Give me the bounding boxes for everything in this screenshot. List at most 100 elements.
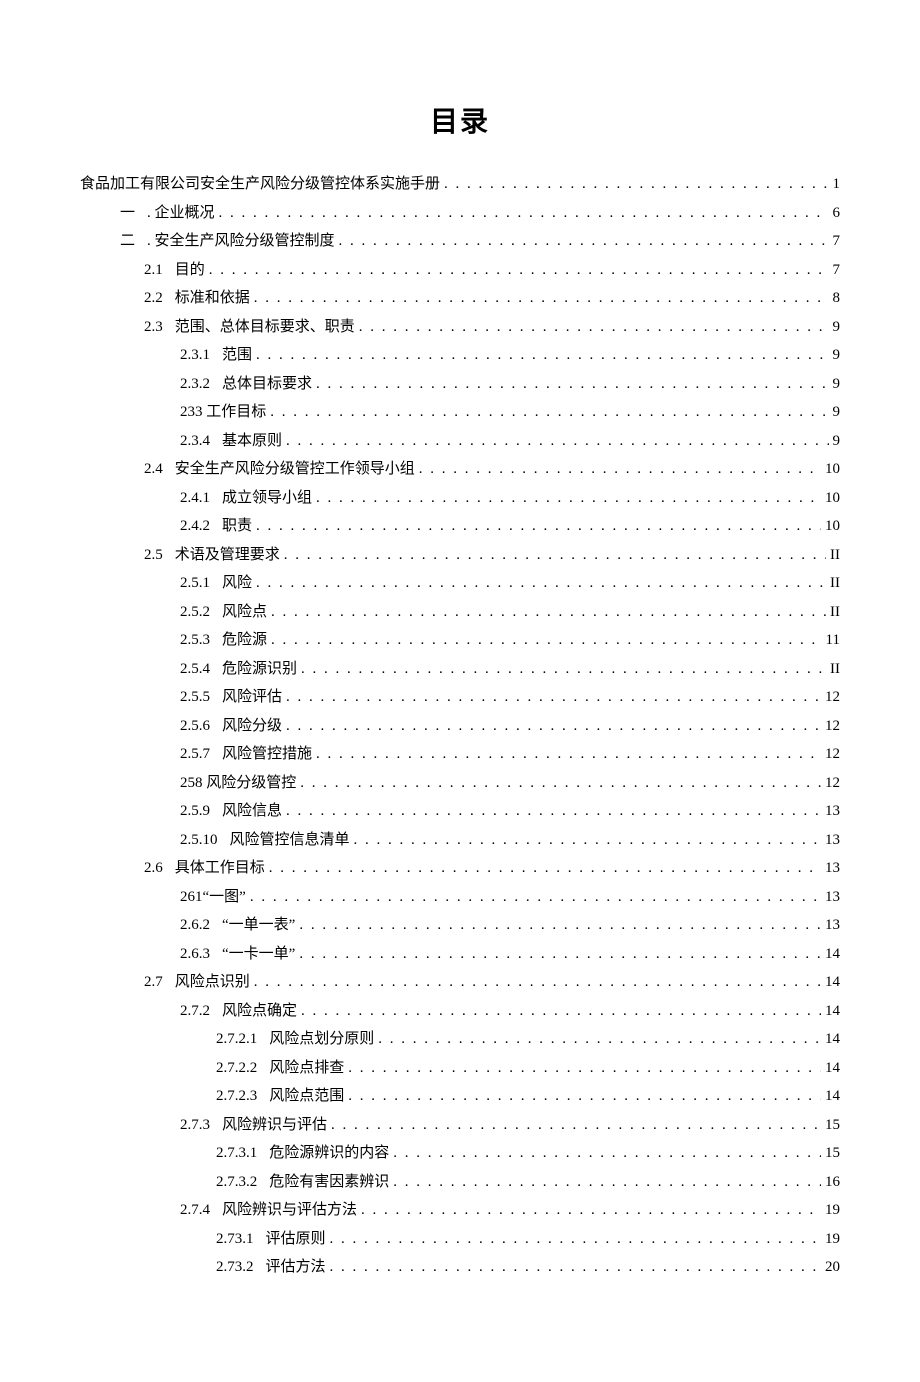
toc-leader-dots — [286, 712, 821, 741]
toc-entry: 2.5.1风险 II — [80, 569, 840, 598]
toc-leader-dots — [269, 854, 821, 883]
toc-entry-text: 风险分级 — [222, 712, 286, 741]
toc-entry-number: 2.5 — [144, 541, 175, 570]
toc-entry-page: II — [826, 569, 840, 598]
toc-entry-page: 15 — [821, 1111, 840, 1140]
toc-entry-page: 9 — [829, 427, 841, 456]
toc-leader-dots — [316, 370, 828, 399]
toc-entry-number: 2.7.3.2 — [216, 1168, 269, 1197]
toc-entry-number: 2.7.3.1 — [216, 1139, 269, 1168]
toc-entry-text: 术语及管理要求 — [175, 541, 284, 570]
toc-leader-dots — [330, 1225, 821, 1254]
toc-entry-page: 15 — [821, 1139, 840, 1168]
toc-entry: 2.1目的7 — [80, 256, 840, 285]
toc-leader-dots — [286, 797, 821, 826]
toc-entry: 2.4.2职责10 — [80, 512, 840, 541]
toc-leader-dots — [219, 199, 829, 228]
toc-entry-text: 安全生产风险分级管控工作领导小组 — [175, 455, 419, 484]
toc-entry-page: 13 — [821, 797, 840, 826]
toc-entry-number: 2.5.10 — [180, 826, 230, 855]
toc-entry-text: 总体目标要求 — [222, 370, 316, 399]
toc-entry: 2.7.2.3风险点范围 14 — [80, 1082, 840, 1111]
toc-entry: 二. 安全生产风险分级管控制度7 — [80, 227, 840, 256]
toc-entry-page: 13 — [821, 911, 840, 940]
toc-entry-page: 10 — [821, 512, 840, 541]
toc-entry: 2.6.2“一单一表”13 — [80, 911, 840, 940]
toc-leader-dots — [256, 512, 821, 541]
toc-entry-number: 2.5.1 — [180, 569, 222, 598]
toc-entry-page: II — [826, 655, 840, 684]
toc-entry-page: 16 — [821, 1168, 840, 1197]
toc-entry: 2.3.2总体目标要求9 — [80, 370, 840, 399]
toc-leader-dots — [209, 256, 829, 285]
toc-entry: 2.5.9风险信息13 — [80, 797, 840, 826]
toc-leader-dots — [256, 569, 826, 598]
toc-entry-text: 风险管控措施 — [222, 740, 316, 769]
toc-entry-page: 14 — [821, 997, 840, 1026]
toc-entry-number: 2.7 — [144, 968, 175, 997]
toc-entry-page: 14 — [821, 1054, 840, 1083]
toc-entry-page: 19 — [821, 1225, 840, 1254]
toc-entry-text: 危险有害因素辨识 — [269, 1168, 393, 1197]
toc-leader-dots — [361, 1196, 821, 1225]
toc-entry-text: 风险点范围 — [269, 1082, 348, 1111]
toc-entry-text: 风险评估 — [222, 683, 286, 712]
toc-entry-page: 9 — [829, 313, 841, 342]
toc-leader-dots — [271, 598, 826, 627]
toc-leader-dots — [331, 1111, 821, 1140]
toc-entry: 258 风险分级管控12 — [80, 769, 840, 798]
toc-entry-number: 2.7.4 — [180, 1196, 222, 1225]
toc-leader-dots — [301, 655, 826, 684]
toc-entry-number: 2.5.4 — [180, 655, 222, 684]
toc-entry-page: 10 — [821, 455, 840, 484]
toc-leader-dots — [284, 541, 826, 570]
toc-entry: 2.3.1范围9 — [80, 341, 840, 370]
toc-entry-text: 目的 — [175, 256, 209, 285]
toc-entry-text: 具体工作目标 — [175, 854, 269, 883]
toc-entry-text: 成立领导小组 — [222, 484, 316, 513]
toc-leader-dots — [316, 740, 821, 769]
toc-entry-page: 14 — [821, 1082, 840, 1111]
toc-entry: 2.7.2风险点确定14 — [80, 997, 840, 1026]
toc-entry: 2.7.3.2危险有害因素辨识 16 — [80, 1168, 840, 1197]
toc-entry-page: 13 — [821, 826, 840, 855]
toc-entry-number: 二 — [120, 227, 147, 256]
toc-entry-text: . 安全生产风险分级管控制度 — [147, 227, 339, 256]
toc-leader-dots — [393, 1139, 821, 1168]
toc-leader-dots — [250, 883, 821, 912]
toc-entry-number: 2.7.2.3 — [216, 1082, 269, 1111]
toc-entry-number: 2.4 — [144, 455, 175, 484]
toc-leader-dots — [378, 1025, 821, 1054]
toc-entry-text: 风险 — [222, 569, 256, 598]
toc-entry-number: 2.6.2 — [180, 911, 222, 940]
toc-entry-number: 2.3.1 — [180, 341, 222, 370]
toc-entry-text: 233 工作目标 — [180, 398, 270, 427]
toc-entry-number: 2.5.2 — [180, 598, 222, 627]
toc-entry-number: 2.73.2 — [216, 1253, 266, 1282]
toc-entry-text: 风险管控信息清单 — [230, 826, 354, 855]
toc-leader-dots — [348, 1082, 821, 1111]
toc-entry: 2.7.3.1危险源辨识的内容 15 — [80, 1139, 840, 1168]
toc-entry-number: 2.3 — [144, 313, 175, 342]
toc-entry-text: 261“一图” — [180, 883, 250, 912]
toc-entry-text: . 企业概况 — [147, 199, 219, 228]
toc-entry-text: 职责 — [222, 512, 256, 541]
toc-entry-number: 2.6 — [144, 854, 175, 883]
toc-entry: 2.6具体工作目标13 — [80, 854, 840, 883]
toc-entry: 2.7.4风险辨识与评估方法19 — [80, 1196, 840, 1225]
toc-entry: 2.5术语及管理要求II — [80, 541, 840, 570]
toc-entry-text: 范围、总体目标要求、职责 — [175, 313, 359, 342]
toc-entry-page: 8 — [829, 284, 841, 313]
toc-entry-number: 2.5.5 — [180, 683, 222, 712]
toc-entry-number: 2.6.3 — [180, 940, 222, 969]
toc-title: 目录 — [80, 100, 840, 140]
toc-entry: 2.3范围、总体目标要求、职责 9 — [80, 313, 840, 342]
toc-leader-dots — [330, 1253, 821, 1282]
toc-entry-text: 风险点识别 — [175, 968, 254, 997]
toc-entry-number: 2.5.3 — [180, 626, 222, 655]
toc-entry-text: 评估原则 — [266, 1225, 330, 1254]
toc-entry-page: 14 — [821, 940, 840, 969]
toc-entry-text: 危险源辨识的内容 — [269, 1139, 393, 1168]
toc-leader-dots — [359, 313, 829, 342]
toc-entry: 食品加工有限公司安全生产风险分级管控体系实施手册1 — [80, 170, 840, 199]
